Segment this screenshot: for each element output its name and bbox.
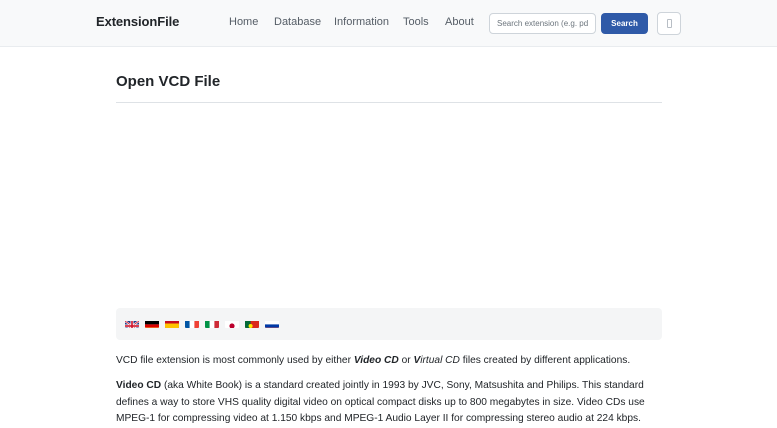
details-term: Video CD <box>116 380 161 391</box>
nav-about[interactable]: About <box>445 16 474 28</box>
details-text: (aka White Book) is a standard created j… <box>116 380 645 424</box>
top-navbar: ExtensionFile Home Database Information … <box>0 0 777 47</box>
nav-database[interactable]: Database <box>274 16 321 28</box>
page-title: Open VCD File <box>116 73 220 90</box>
flag-portugal-icon[interactable] <box>245 318 259 328</box>
nav-home[interactable]: Home <box>229 16 258 28</box>
flag-spain-icon[interactable] <box>165 318 179 328</box>
intro-text: files created by different applications. <box>460 355 630 366</box>
flag-italy-icon[interactable] <box>205 318 219 328</box>
theme-icon <box>667 19 672 28</box>
flag-uk-icon[interactable] <box>125 318 139 328</box>
flag-russia-icon[interactable] <box>265 318 279 328</box>
nav-tools[interactable]: Tools <box>403 16 429 28</box>
intro-text: or <box>399 355 414 366</box>
intro-paragraph: VCD file extension is most commonly used… <box>116 353 666 370</box>
nav-information[interactable]: Information <box>334 16 389 28</box>
title-divider <box>116 102 662 103</box>
brand-logo[interactable]: ExtensionFile <box>96 14 179 29</box>
search-input[interactable] <box>489 13 596 34</box>
flag-germany-icon[interactable] <box>145 318 159 328</box>
intro-term-virtual-cd: irtual CD <box>420 355 460 366</box>
flag-france-icon[interactable] <box>185 318 199 328</box>
search-button[interactable]: Search <box>601 13 648 34</box>
intro-term-video-cd: ideo CD <box>360 355 399 366</box>
flag-japan-icon[interactable] <box>225 318 239 328</box>
details-paragraph: Video CD (aka White Book) is a standard … <box>116 378 666 428</box>
intro-text: VCD file extension is most commonly used… <box>116 355 354 366</box>
theme-toggle-button[interactable] <box>657 12 681 35</box>
